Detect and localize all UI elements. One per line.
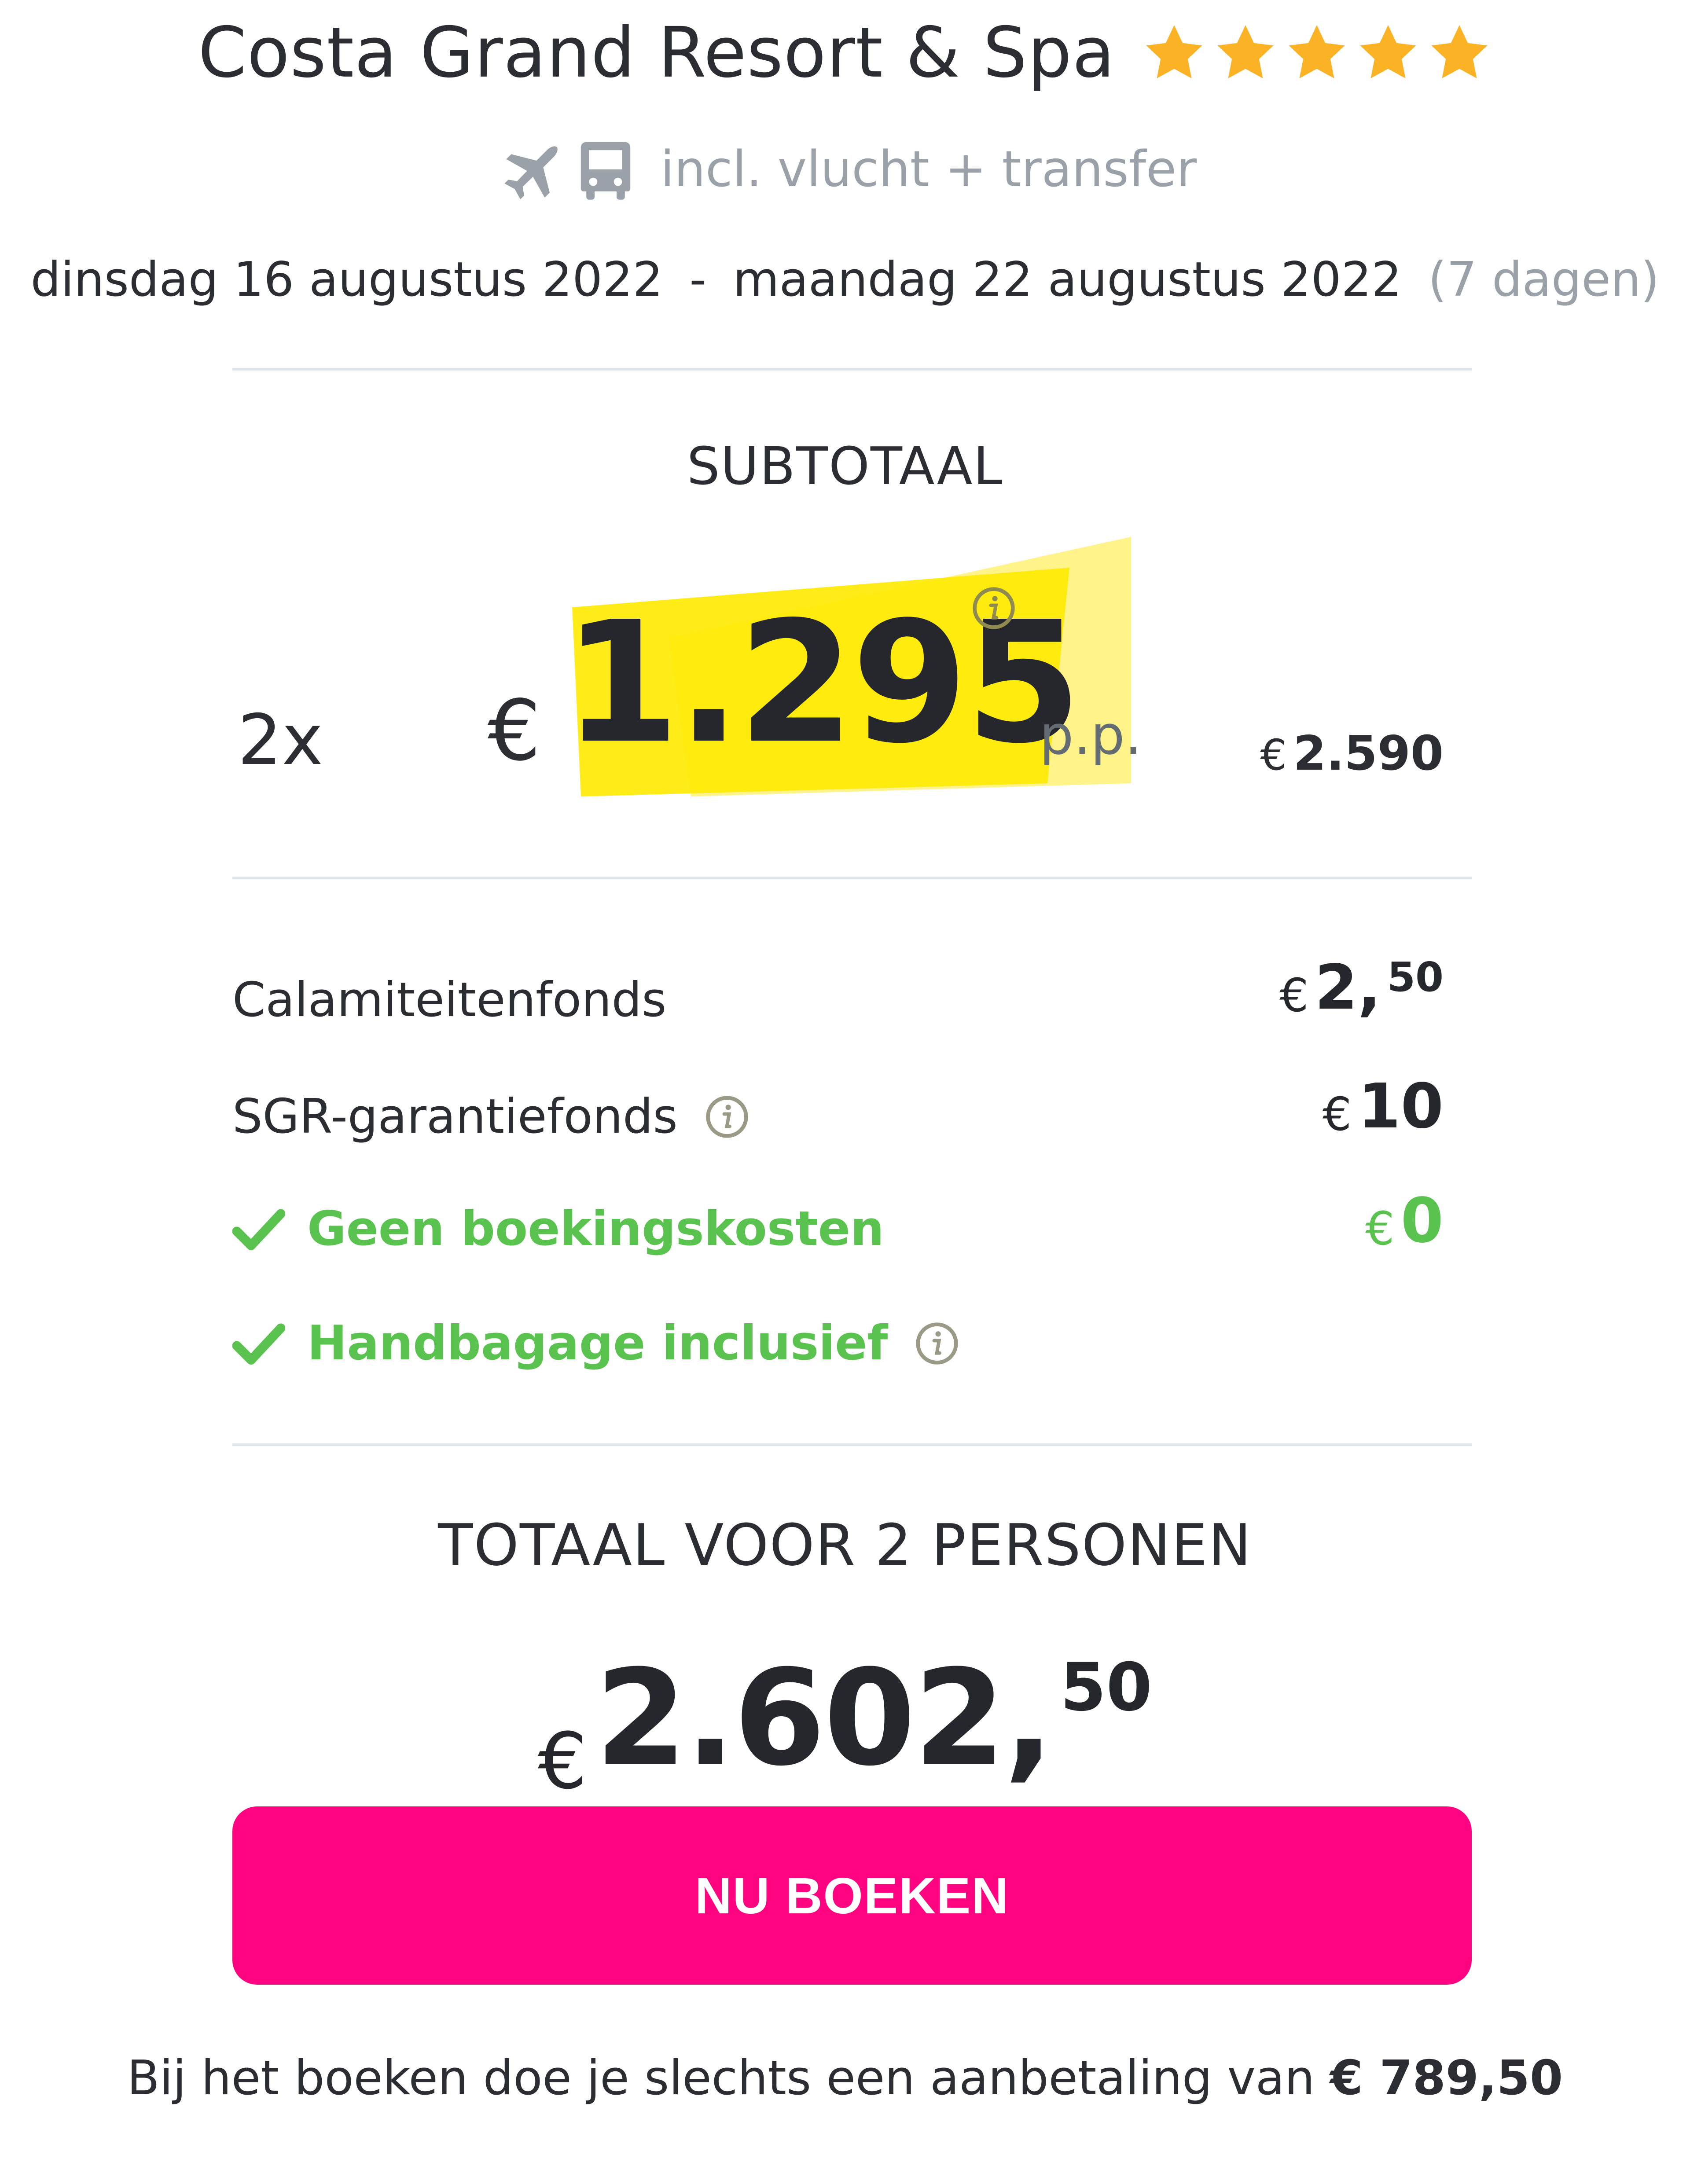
per-person-unit: p.p.: [1040, 704, 1142, 767]
booking-costs-amount: € 0: [1365, 1185, 1444, 1257]
deposit-amount: € 789,50: [1330, 2051, 1563, 2106]
deposit-note: Bij het boeken doe je slechts een aanbet…: [0, 2051, 1690, 2106]
end-date: maandag 22 augustus 2022: [733, 252, 1402, 307]
subtotal-value: 2.590: [1293, 726, 1444, 781]
total-value: 2.602,: [595, 1641, 1054, 1795]
deposit-text: Bij het boeken doe je slechts een aanbet…: [127, 2051, 1330, 2106]
cost-decimals: 50: [1387, 954, 1444, 1001]
included-booking-costs: Geen boekingskosten: [232, 1201, 884, 1256]
info-icon[interactable]: [704, 1094, 750, 1140]
currency-symbol: €: [1365, 1202, 1395, 1255]
divider: [232, 877, 1472, 879]
grand-total: € 2.602, 50: [0, 1641, 1690, 1807]
star-icon: [1146, 25, 1202, 78]
trip-duration: (7 dagen): [1428, 252, 1660, 307]
included-label: Handbagage inclusief: [307, 1316, 888, 1371]
star-icon: [1289, 25, 1345, 78]
checkmark-icon: [232, 1323, 285, 1365]
travel-dates: dinsdag 16 augustus 2022 - maandag 22 au…: [0, 246, 1690, 312]
included-hand-luggage: Handbagage inclusief: [232, 1316, 960, 1371]
cost-value: 10: [1358, 1071, 1444, 1142]
airplane-icon: [504, 146, 558, 199]
currency-symbol: €: [538, 1716, 588, 1806]
cost-label-text: SGR-garantiefonds: [232, 1089, 678, 1144]
subtotal-amount: € 2.590: [1260, 726, 1444, 781]
star-icon: [1217, 25, 1274, 78]
divider: [232, 1443, 1472, 1446]
hotel-header: Costa Grand Resort & Spa: [0, 9, 1690, 97]
star-icon: [1431, 25, 1488, 78]
cost-amount-calamiteitenfonds: € 2, 50: [1279, 952, 1444, 1024]
bus-icon: [580, 142, 631, 200]
total-heading: TOTAAL VOOR 2 PERSONEN: [438, 1512, 1252, 1578]
included-label: Geen boekingskosten: [307, 1201, 884, 1256]
cost-value: 0: [1400, 1185, 1444, 1257]
transport-label: incl. vlucht + transfer: [660, 141, 1197, 198]
checkmark-icon: [232, 1209, 285, 1250]
star-rating: [1142, 20, 1492, 85]
currency-symbol: €: [1323, 1087, 1352, 1141]
price-pp-currency: €: [488, 682, 541, 779]
cost-label-calamiteitenfonds: Calamiteitenfonds: [232, 973, 666, 1028]
total-decimals: 50: [1060, 1649, 1152, 1726]
subtotal-heading: SUBTOTAAL: [687, 436, 1003, 496]
currency-symbol: €: [1279, 969, 1309, 1022]
info-icon[interactable]: [914, 1321, 960, 1366]
cost-label-sgr-garantiefonds: SGR-garantiefonds: [232, 1089, 750, 1144]
hotel-name: Costa Grand Resort & Spa: [198, 12, 1116, 93]
date-separator: -: [689, 252, 707, 307]
cost-amount-sgr-garantiefonds: € 10: [1323, 1071, 1444, 1142]
book-now-button[interactable]: NU BOEKEN: [232, 1806, 1472, 1985]
transport-info: incl. vlucht + transfer: [0, 132, 1690, 207]
divider: [232, 368, 1472, 371]
start-date: dinsdag 16 augustus 2022: [30, 252, 663, 307]
cost-value: 2,: [1315, 952, 1381, 1024]
quantity: 2x: [238, 700, 323, 781]
info-icon[interactable]: [971, 585, 1017, 631]
currency-symbol: €: [1260, 730, 1287, 780]
cost-label-text: Calamiteitenfonds: [232, 973, 667, 1028]
star-icon: [1360, 25, 1416, 78]
